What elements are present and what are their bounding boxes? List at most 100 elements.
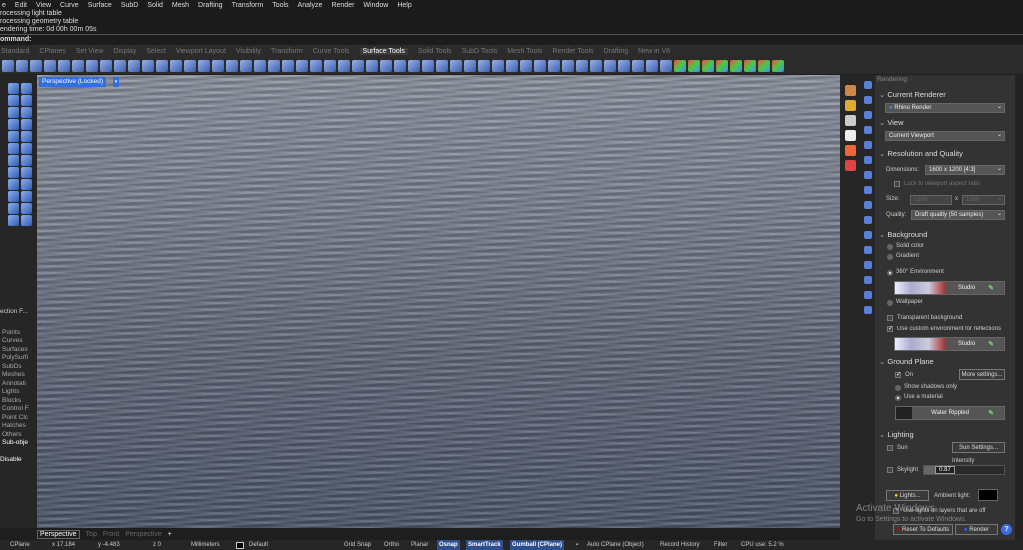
toolbar-tool-icon[interactable] [436,59,448,72]
environment-picker[interactable]: Studio ✎ [894,281,1005,295]
menu-curve[interactable]: Curve [60,2,79,9]
toolbar-tool-icon[interactable] [72,59,84,72]
toolbar-tool-icon[interactable] [296,59,308,72]
filter-item[interactable]: Point Clc [2,414,37,423]
toolbar-tool-icon[interactable] [100,59,112,72]
panel-tab-icon[interactable] [864,81,872,89]
filter-disable[interactable]: Disable [0,456,37,465]
toolbar-tool-icon[interactable] [716,59,728,72]
left-tool-icon[interactable] [8,107,19,118]
panel-tab-icon[interactable] [845,85,856,96]
menu-analyze[interactable]: Analyze [298,2,323,9]
left-tool-icon[interactable] [8,119,19,130]
edit-pencil-icon[interactable]: ✎ [988,340,1004,348]
left-tool-icon[interactable] [21,143,32,154]
toolbar-tool-icon[interactable] [450,59,462,72]
lock-aspect-checkbox[interactable] [894,181,900,187]
current-layer[interactable]: Default [249,540,268,550]
panel-tab-icon[interactable] [864,126,872,134]
toolbar-tool-icon[interactable] [562,59,574,72]
sun-checkbox[interactable] [887,445,893,451]
left-tool-icon[interactable] [8,179,19,190]
toolbar-tool-icon[interactable] [86,59,98,72]
osnap-toggle[interactable]: Osnap [437,540,460,550]
left-tool-icon[interactable] [8,167,19,178]
toolbar-tool-icon[interactable] [492,59,504,72]
viewport-menu-arrow[interactable]: ▾ [113,77,119,87]
toolbar-tool-icon[interactable] [16,59,28,72]
tab-front[interactable]: Front [103,531,119,538]
toolbar-tool-icon[interactable] [478,59,490,72]
menu-transform[interactable]: Transform [232,2,264,9]
toolbar-tool-icon[interactable] [590,59,602,72]
material-picker[interactable]: Water Rippled ✎ [895,406,1005,420]
help-icon[interactable]: ? [1001,524,1012,535]
edit-pencil-icon[interactable]: ✎ [988,284,1004,292]
left-tool-icon[interactable] [8,215,19,226]
panel-tab-icon[interactable] [864,186,872,194]
toolbar-tool-icon[interactable] [632,59,644,72]
ground-on-checkbox[interactable]: ✓ [895,372,901,378]
filter-item[interactable]: Annotati [2,380,37,389]
environment-radio[interactable] [887,270,893,276]
grid-snap-toggle[interactable]: Grid Snap [344,540,371,550]
toolbar-tool-icon[interactable] [268,59,280,72]
toolbar-tool-icon[interactable] [240,59,252,72]
custom-environment-picker[interactable]: Studio ✎ [894,337,1005,351]
left-tool-icon[interactable] [8,131,19,142]
menu-edit[interactable]: Edit [15,2,27,9]
toolbar-tool-icon[interactable] [688,59,700,72]
toolbar-tool-icon[interactable] [170,59,182,72]
render-button[interactable]: ● Render [955,524,998,535]
panel-tab-icon[interactable] [864,291,872,299]
filter-item[interactable]: Blocks [2,397,37,406]
panel-tab-icon[interactable] [864,156,872,164]
toolbar-tool-icon[interactable] [226,59,238,72]
left-tool-icon[interactable] [21,215,32,226]
toolbar-tool-icon[interactable] [198,59,210,72]
filter-item[interactable]: Surfaces [2,346,37,355]
panel-tab-icon[interactable] [845,115,856,126]
toolbar-tab[interactable]: Viewport Layout [176,48,226,55]
renderer-dropdown[interactable]: ● Rhino Render [885,103,1005,113]
toolbar-tool-icon[interactable] [730,59,742,72]
left-tool-icon[interactable] [21,131,32,142]
left-tool-icon[interactable] [8,143,19,154]
left-tool-icon[interactable] [21,119,32,130]
toolbar-tool-icon[interactable] [352,59,364,72]
toolbar-tool-icon[interactable] [646,59,658,72]
toolbar-tool-icon[interactable] [44,59,56,72]
tab-perspective-2[interactable]: Perspective [125,531,162,538]
toolbar-tool-icon[interactable] [758,59,770,72]
menu-mesh[interactable]: Mesh [172,2,189,9]
solid-color-radio[interactable] [887,244,893,250]
ambient-color-swatch[interactable] [978,489,998,501]
smarttrack-toggle[interactable]: SmartTrack [466,540,503,550]
use-material-radio[interactable] [895,395,901,401]
tab-perspective[interactable]: Perspective [37,529,80,539]
toolbar-tool-icon[interactable] [338,59,350,72]
shadows-only-radio[interactable] [895,385,901,391]
filter-item[interactable]: Meshes [2,371,37,380]
left-tool-icon[interactable] [21,179,32,190]
toolbar-tool-icon[interactable] [604,59,616,72]
panel-tab-icon[interactable] [864,171,872,179]
toolbar-tool-icon[interactable] [212,59,224,72]
toolbar-tab[interactable]: Visibility [236,48,261,55]
toolbar-tab[interactable]: Standard [1,48,29,55]
toolbar-tool-icon[interactable] [58,59,70,72]
background-heading[interactable]: Background [879,230,927,239]
dimensions-dropdown[interactable]: 1600 x 1200 [4:3] [925,165,1005,175]
menu-file[interactable]: e [2,2,6,9]
toolbar-tab[interactable]: Drafting [604,48,629,55]
toolbar-tool-icon[interactable] [128,59,140,72]
left-tool-icon[interactable] [21,155,32,166]
menu-render[interactable]: Render [331,2,354,9]
tab-top[interactable]: Top [86,531,97,538]
ground-plane-heading[interactable]: Ground Plane [879,357,933,366]
command-line[interactable]: ommand: [0,34,1023,44]
sun-settings-button[interactable]: Sun Settings... [952,442,1005,453]
panel-tab-icon[interactable] [864,276,872,284]
panel-tab-icon[interactable] [845,100,856,111]
toolbar-tool-icon[interactable] [114,59,126,72]
